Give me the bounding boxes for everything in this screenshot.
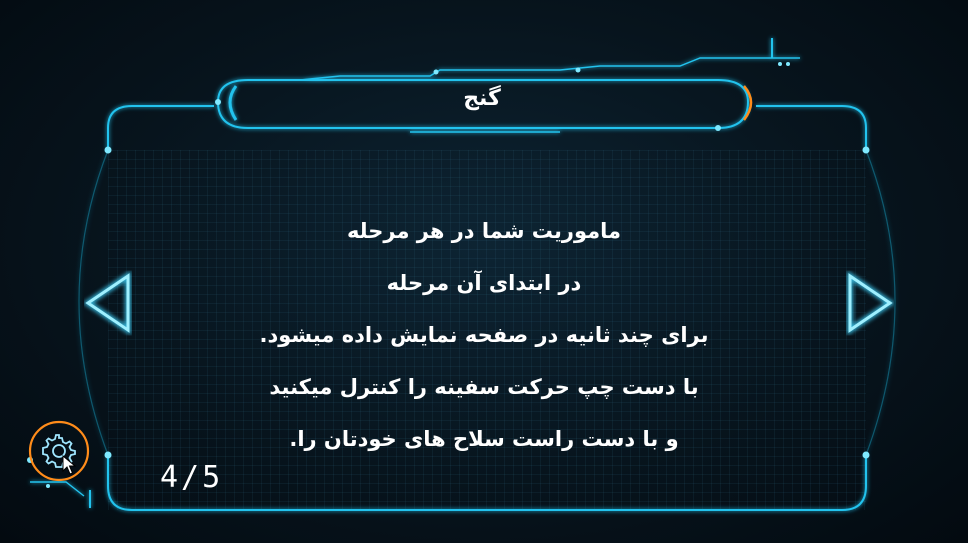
frame-top-left — [107, 105, 214, 150]
bottom-left-circuit — [30, 481, 85, 497]
mouse-cursor-icon — [62, 455, 76, 475]
page-indicator: 4/5 — [160, 460, 224, 495]
instruction-line: در ابتدای آن مرحله — [386, 271, 582, 295]
instructions-text: ماموریت شما در هر مرحله در ابتدای آن مرح… — [150, 205, 818, 465]
top-circuit — [299, 57, 800, 81]
frame-top-right — [756, 105, 867, 150]
screen-title: گنج — [463, 85, 501, 111]
instruction-line: ماموریت شما در هر مرحله — [346, 219, 622, 243]
next-page-button[interactable] — [838, 268, 898, 338]
previous-page-button[interactable] — [80, 268, 140, 338]
instruction-line: با دست چپ حرکت سفینه را کنترل میکنید — [269, 375, 699, 399]
left-arrow-icon — [82, 270, 131, 336]
gear-icon — [28, 420, 90, 482]
settings-button[interactable] — [26, 418, 92, 484]
instruction-line: برای چند ثانیه در صفحه نمایش داده میشود. — [259, 323, 709, 347]
instruction-line: و با دست راست سلاح های خودتان را. — [289, 427, 679, 451]
right-arrow-icon — [847, 270, 896, 336]
game-screen: گنج ماموریت شما در هر مرحله در ابتدای آن… — [0, 0, 968, 543]
